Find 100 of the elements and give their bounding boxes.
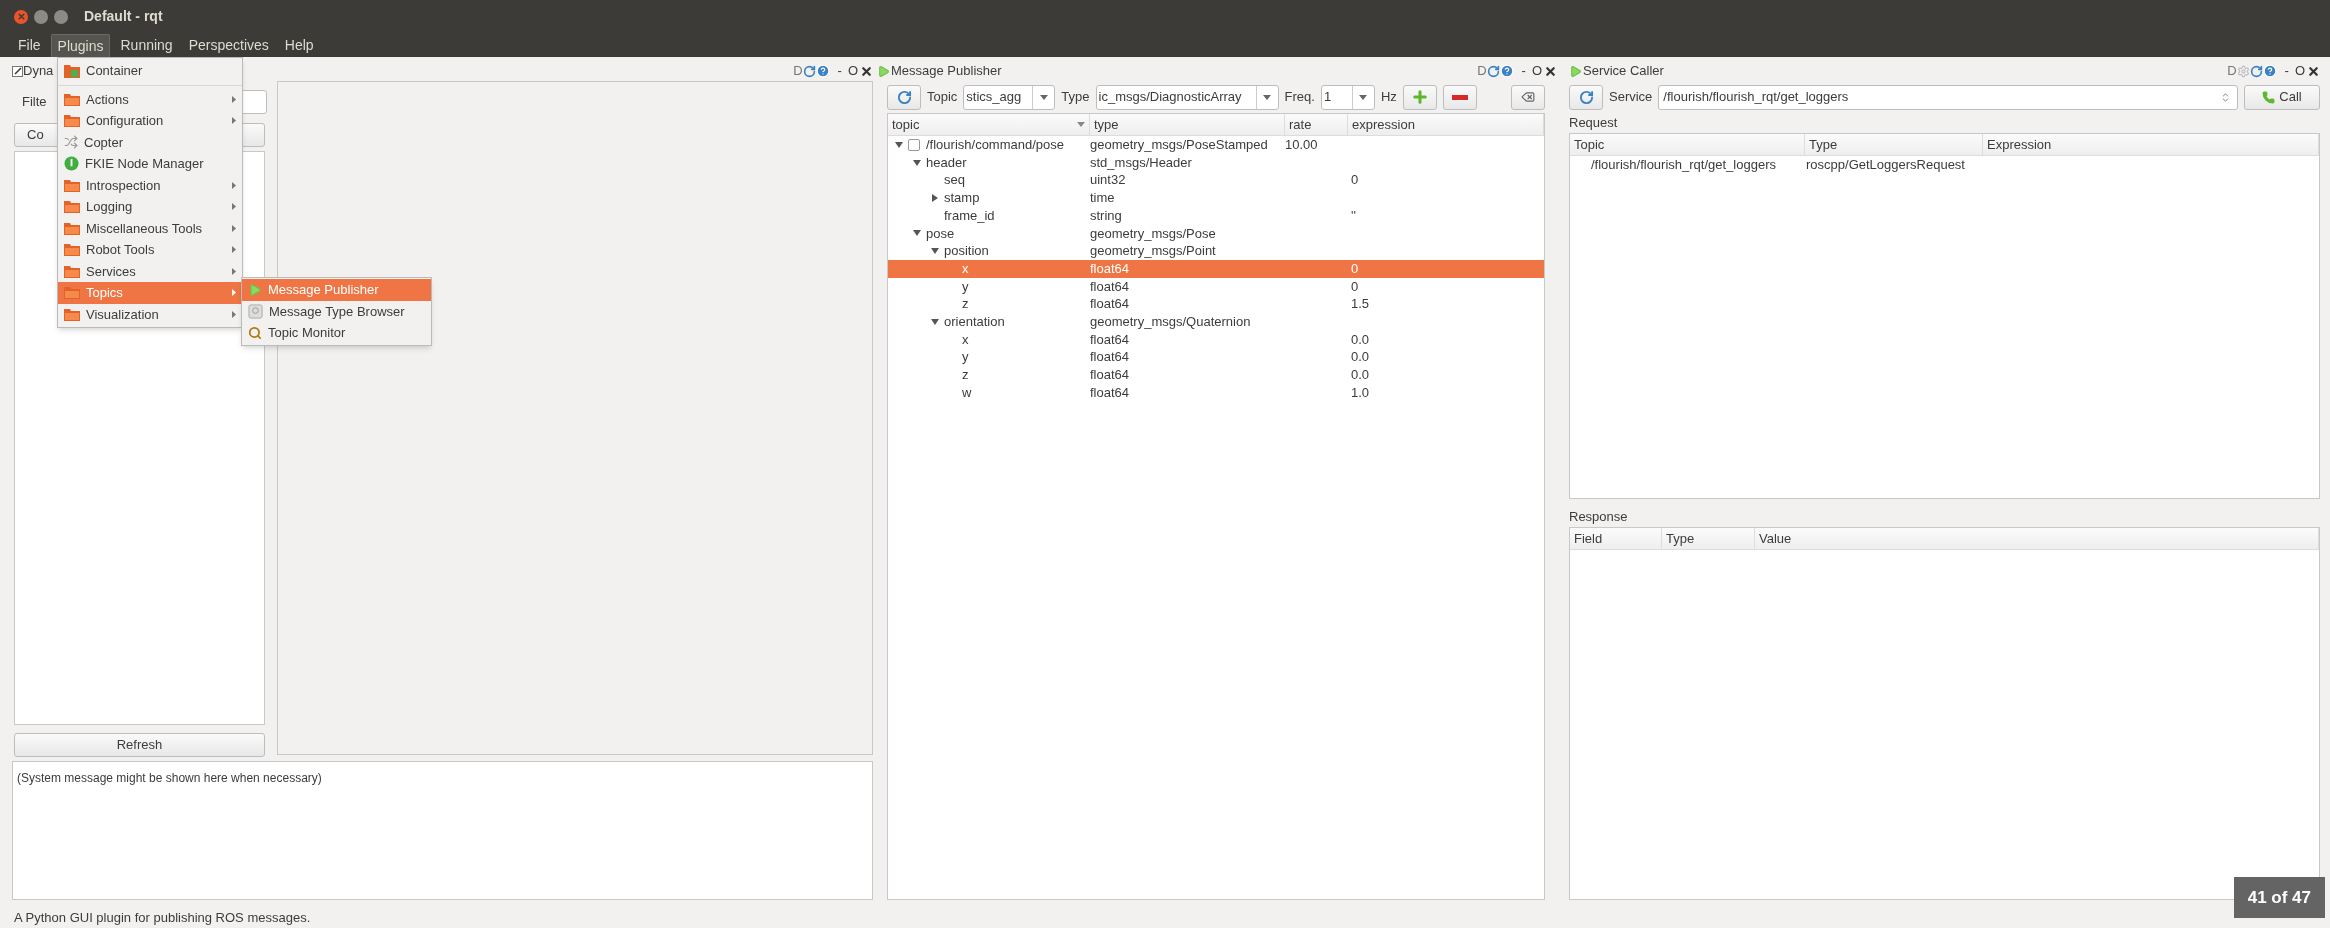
column-header[interactable]: Topic (1570, 134, 1805, 155)
topic-cell-text: z (962, 366, 969, 385)
window-title: Default - rqt (84, 7, 163, 26)
clear-button[interactable] (1511, 84, 1545, 110)
column-header[interactable]: type (1090, 114, 1285, 135)
collapse-arrow-icon[interactable] (931, 246, 939, 255)
request-label: Request (1569, 114, 1619, 132)
refresh-icon (896, 89, 912, 105)
type-cell-text: string (1090, 206, 1123, 225)
tree-row[interactable]: y float64 0 (888, 277, 1544, 296)
menu-entry[interactable]: Message Type Browser (242, 300, 431, 322)
maximize-icon[interactable] (54, 9, 68, 24)
column-header[interactable]: expression (1348, 114, 1544, 135)
close-icon[interactable] (1544, 64, 1557, 78)
collapse-arrow-icon[interactable] (931, 317, 939, 326)
minimize-button[interactable]: - (837, 61, 842, 81)
refresh-button[interactable] (1569, 84, 1603, 110)
help-icon[interactable] (815, 64, 830, 78)
topic-cell-text: /flourish/flourish_rqt/get_loggers (1590, 156, 1777, 175)
tree-row[interactable]: z float64 0.0 (888, 365, 1544, 384)
tree-row[interactable]: orientation geometry_msgs/Quaternion (888, 312, 1544, 331)
minimize-icon[interactable] (34, 9, 48, 24)
tree-row[interactable]: x float64 0.0 (888, 330, 1544, 349)
menu-entry[interactable]: Services (58, 260, 242, 282)
menu-entry[interactable]: Container (58, 60, 242, 82)
column-header[interactable]: Expression (1983, 134, 2319, 155)
spin-arrows-icon (2220, 91, 2231, 103)
dock-title: Dyna (23, 62, 54, 81)
column-header[interactable]: Type (1805, 134, 1983, 155)
refresh-icon (1578, 89, 1594, 105)
add-button[interactable] (1402, 84, 1437, 110)
expression-cell: 0 (1351, 278, 1359, 294)
menu-entry[interactable]: Configuration (58, 110, 242, 132)
reload-icon[interactable] (1486, 64, 1500, 78)
menu-entry[interactable]: Introspection (58, 174, 242, 196)
menu-entry[interactable]: Visualization (58, 303, 242, 325)
float-button[interactable]: O (1531, 61, 1542, 81)
collapse-arrow-icon[interactable] (913, 158, 921, 167)
submenu-arrow-icon (232, 267, 236, 275)
tree-row[interactable]: z float64 1.5 (888, 295, 1544, 313)
tree-row[interactable]: /flourish/command/pose geometry_msgs/PoseStamped 10.00 (888, 136, 1544, 154)
type-cell-text: roscpp/GetLoggersRequest (1805, 156, 1966, 175)
call-button[interactable]: Call (2244, 84, 2320, 110)
refresh-button[interactable] (887, 84, 921, 110)
service-combobox[interactable]: /flourish/flourish_rqt/get_loggers (1658, 84, 2238, 110)
menu-entry[interactable]: Miscellaneous Tools (58, 217, 242, 239)
menu-entry[interactable]: FKIE Node Manager (58, 153, 242, 175)
dock-title: Message Publisher (891, 62, 1002, 81)
type-combobox[interactable]: ic_msgs/DiagnosticArray (1095, 84, 1279, 110)
remove-button[interactable] (1442, 84, 1477, 110)
help-icon[interactable] (1499, 64, 1514, 78)
tree-row[interactable]: header std_msgs/Header (888, 153, 1544, 172)
menu-entry[interactable]: Actions (58, 88, 242, 110)
float-button[interactable]: O (847, 61, 858, 81)
menu-item[interactable]: Help (278, 34, 320, 57)
expression-cell: 0.0 (1351, 349, 1370, 365)
dock-d-button[interactable]: D (793, 61, 803, 81)
help-icon[interactable] (2262, 64, 2277, 78)
dock-d-button[interactable]: D (2227, 61, 2237, 81)
float-button[interactable]: O (2294, 61, 2305, 81)
expression-cell: 1.5 (1351, 296, 1370, 312)
close-icon[interactable] (860, 64, 873, 78)
menu-entry[interactable]: Topic Monitor (242, 322, 431, 344)
column-header[interactable]: topic (888, 114, 1090, 135)
menu-entry[interactable]: Robot Tools (58, 239, 242, 261)
tree-row[interactable]: w float64 1.0 (888, 383, 1544, 402)
tree-row[interactable]: frame_id string '' (888, 206, 1544, 225)
refresh-button[interactable]: Refresh (14, 733, 265, 757)
tree-row[interactable]: y float64 0.0 (888, 348, 1544, 366)
frequency-combobox[interactable]: 1 (1320, 84, 1375, 110)
minimize-button[interactable]: - (1521, 61, 1526, 81)
filter-label: Filte (22, 93, 47, 112)
column-header[interactable]: Value (1755, 528, 2319, 549)
column-header[interactable]: Field (1570, 528, 1662, 549)
reload-icon[interactable] (802, 64, 816, 78)
reload-icon[interactable] (2249, 64, 2263, 78)
submenu-arrow-icon (232, 181, 236, 189)
column-header[interactable]: rate (1285, 114, 1348, 135)
tree-row[interactable]: pose geometry_msgs/Pose (888, 224, 1544, 243)
menu-item[interactable]: Perspectives (182, 34, 275, 57)
menu-entry[interactable]: Logging (58, 196, 242, 218)
dock-d-button[interactable]: D (1477, 61, 1487, 81)
menu-item[interactable]: Plugins (50, 34, 111, 57)
close-icon[interactable] (2307, 64, 2320, 78)
type-cell-text: geometry_msgs/PoseStamped (1090, 136, 1269, 155)
minimize-button[interactable]: - (2284, 61, 2289, 81)
checkbox[interactable] (908, 138, 920, 151)
column-header[interactable]: Type (1662, 528, 1755, 549)
menu-entry[interactable]: Copter (58, 131, 242, 153)
tree-row[interactable]: stamp time (888, 189, 1544, 207)
tree-row[interactable]: position geometry_msgs/Point (888, 242, 1544, 260)
collapse-arrow-icon[interactable] (913, 229, 921, 238)
topic-combobox[interactable]: stics_agg (963, 84, 1056, 110)
expand-arrow-icon[interactable] (931, 193, 939, 202)
collapse-arrow-icon[interactable] (895, 140, 903, 149)
menu-item[interactable]: File (12, 34, 47, 57)
menu-item[interactable]: Running (114, 34, 179, 57)
type-cell-text: float64 (1090, 277, 1131, 296)
topic-cell-text: frame_id (944, 206, 995, 225)
tree-row[interactable]: seq uint32 0 (888, 171, 1544, 190)
